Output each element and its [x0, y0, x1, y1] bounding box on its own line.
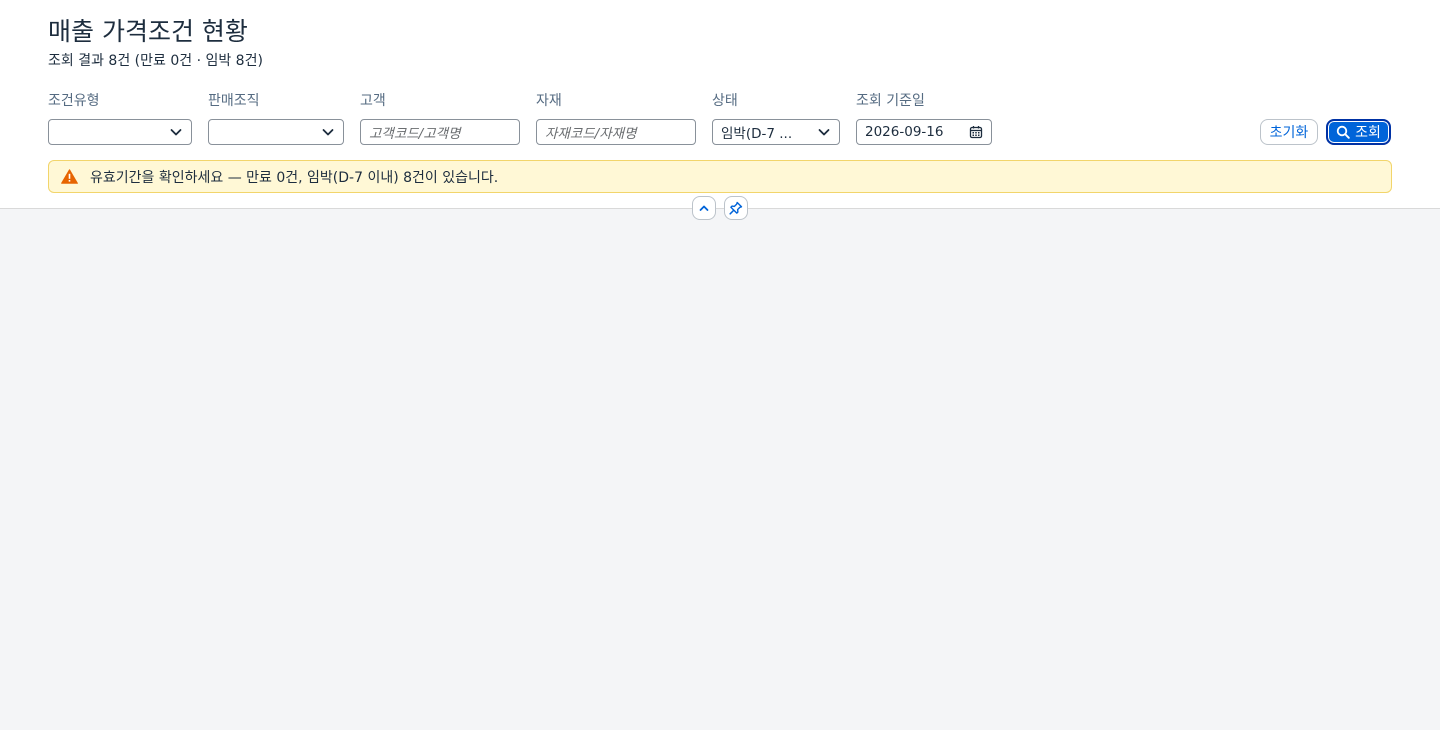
- sales-org-label: 판매조직: [208, 93, 260, 109]
- status-select[interactable]: 임박(D-7 ...: [712, 119, 840, 145]
- search-icon: [1336, 125, 1350, 139]
- customer-input[interactable]: 고객코드/고객명: [360, 119, 520, 145]
- page-title: 매출 가격조건 현황: [48, 17, 248, 46]
- collapse-header-button[interactable]: [692, 196, 716, 220]
- pin-header-button[interactable]: [724, 196, 748, 220]
- chevron-down-icon: [322, 129, 334, 136]
- filter-base-date: 조회 기준일 2026-09-16: [856, 91, 992, 145]
- base-date-picker[interactable]: 2026-09-16: [856, 119, 992, 145]
- filter-sales-org: 판매조직: [208, 91, 344, 145]
- page-header: 매출 가격조건 현황 조회 결과 8건 (만료 0건 · 임박 8건) 조건유형…: [0, 0, 1440, 209]
- base-date-label: 조회 기준일: [856, 93, 925, 109]
- chevron-up-icon: [699, 205, 709, 211]
- result-summary: 조회 결과 8건 (만료 0건 · 임박 8건): [48, 53, 263, 69]
- chevron-down-icon: [170, 129, 182, 136]
- condition-type-select[interactable]: [48, 119, 192, 145]
- reset-button[interactable]: 초기화: [1260, 119, 1318, 145]
- material-label: 자재: [536, 93, 562, 109]
- warning-message-strip: 유효기간을 확인하세요 — 만료 0건, 임박(D-7 이내) 8건이 있습니다…: [48, 160, 1392, 193]
- calendar-icon[interactable]: [969, 125, 983, 139]
- material-input[interactable]: 자재코드/자재명: [536, 119, 696, 145]
- warning-icon: [61, 169, 78, 184]
- chevron-down-icon: [818, 129, 830, 136]
- customer-label: 고객: [360, 93, 386, 109]
- status-label: 상태: [712, 93, 738, 109]
- filter-material: 자재 자재코드/자재명: [536, 91, 696, 145]
- sales-org-select[interactable]: [208, 119, 344, 145]
- search-button[interactable]: 조회: [1326, 119, 1391, 145]
- condition-type-label: 조건유형: [48, 93, 100, 109]
- pin-icon: [729, 201, 743, 215]
- warning-message-text: 유효기간을 확인하세요 — 만료 0건, 임박(D-7 이내) 8건이 있습니다…: [90, 169, 499, 186]
- filter-customer: 고객 고객코드/고객명: [360, 91, 520, 145]
- filter-status: 상태 임박(D-7 ...: [712, 91, 840, 145]
- filter-condition-type: 조건유형: [48, 91, 192, 145]
